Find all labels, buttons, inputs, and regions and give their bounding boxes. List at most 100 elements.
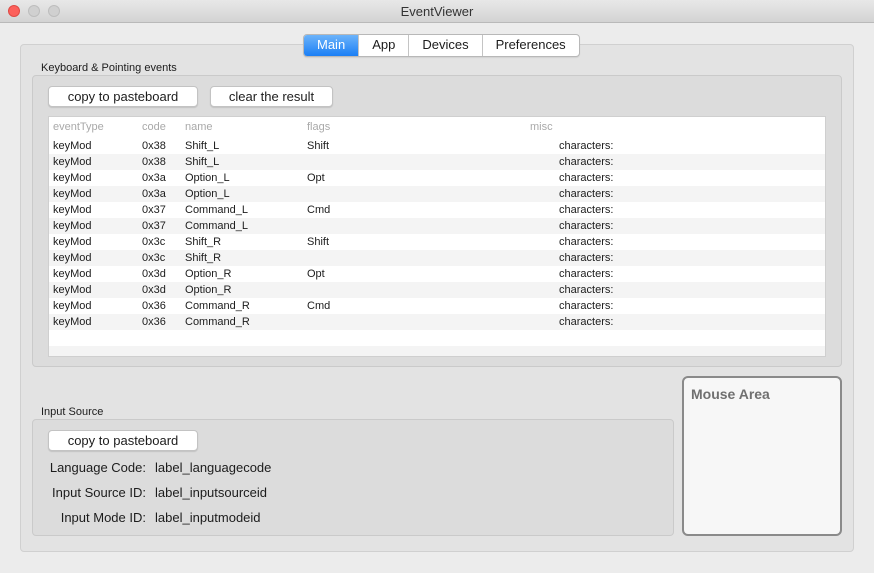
table-row[interactable]: keyMod 0x3a Option_L Opt characters:	[49, 170, 825, 186]
column-header-eventtype[interactable]: eventType	[53, 121, 104, 133]
cell-flags: Cmd	[307, 204, 331, 216]
cell-flags: Shift	[307, 236, 330, 248]
cell-code: 0x36	[142, 316, 166, 328]
cell-code: 0x3c	[142, 236, 166, 248]
cell-code: 0x3d	[142, 284, 166, 296]
cell-misc: characters:	[559, 188, 614, 200]
table-row[interactable]	[49, 346, 825, 356]
cell-name: Shift_R	[185, 236, 222, 248]
column-header-misc[interactable]: misc	[530, 121, 553, 133]
cell-misc: characters:	[559, 140, 614, 152]
table-row[interactable]: keyMod 0x37 Command_L characters:	[49, 218, 825, 234]
cell-code: 0x3d	[142, 268, 166, 280]
cell-name: Option_L	[185, 172, 230, 184]
cell-name: Option_R	[185, 268, 232, 280]
clear-result-button[interactable]: clear the result	[210, 86, 333, 107]
cell-eventtype: keyMod	[53, 156, 92, 168]
language-code-row: Language Code: label_languagecode	[0, 460, 674, 478]
cell-eventtype: keyMod	[53, 188, 92, 200]
cell-eventtype: keyMod	[53, 220, 92, 232]
column-header-code[interactable]: code	[142, 121, 166, 133]
input-mode-id-value: label_inputmodeid	[155, 510, 261, 525]
cell-eventtype: keyMod	[53, 284, 92, 296]
mouse-area[interactable]: Mouse Area	[682, 376, 842, 536]
input-source-id-label: Input Source ID:	[52, 485, 146, 500]
cell-code: 0x38	[142, 140, 166, 152]
language-code-label: Language Code:	[49, 460, 146, 475]
events-table[interactable]: eventType code name flags misc keyMod 0x3…	[48, 116, 826, 357]
table-row[interactable]: keyMod 0x3c Shift_R Shift characters:	[49, 234, 825, 250]
cell-misc: characters:	[559, 252, 614, 264]
table-row[interactable]: keyMod 0x38 Shift_L characters:	[49, 154, 825, 170]
cell-name: Command_R	[185, 316, 250, 328]
input-source-id-value: label_inputsourceid	[155, 485, 268, 500]
cell-code: 0x38	[142, 156, 166, 168]
window-title: EventViewer	[400, 4, 474, 19]
column-header-name[interactable]: name	[185, 121, 213, 133]
cell-flags: Opt	[307, 268, 325, 280]
cell-code: 0x3a	[142, 188, 166, 200]
cell-code: 0x36	[142, 300, 166, 312]
cell-misc: characters:	[559, 268, 614, 280]
cell-name: Shift_L	[185, 140, 220, 152]
cell-name: Command_L	[185, 220, 248, 232]
table-row[interactable]: keyMod 0x3a Option_L characters:	[49, 186, 825, 202]
table-row[interactable]	[49, 330, 825, 346]
table-row[interactable]: keyMod 0x36 Command_R Cmd characters:	[49, 298, 825, 314]
tab-app[interactable]: App	[358, 35, 408, 56]
cell-name: Shift_L	[185, 156, 220, 168]
cell-name: Shift_R	[185, 252, 222, 264]
cell-misc: characters:	[559, 284, 614, 296]
cell-misc: characters:	[559, 300, 614, 312]
tab-bar: Main App Devices Preferences	[303, 34, 580, 57]
cell-name: Command_R	[185, 300, 250, 312]
cell-eventtype: keyMod	[53, 300, 92, 312]
cell-code: 0x37	[142, 220, 166, 232]
cell-eventtype: keyMod	[53, 252, 92, 264]
tab-main[interactable]: Main	[304, 35, 359, 56]
tab-preferences[interactable]: Preferences	[481, 35, 579, 56]
cell-code: 0x3c	[142, 252, 166, 264]
keyboard-events-group-label: Keyboard & Pointing events	[41, 62, 177, 74]
cell-eventtype: keyMod	[53, 268, 92, 280]
cell-name: Command_L	[185, 204, 248, 216]
input-source-group-label: Input Source	[41, 406, 104, 418]
cell-misc: characters:	[559, 236, 614, 248]
cell-eventtype: keyMod	[53, 204, 92, 216]
events-table-header: eventType code name flags misc	[49, 117, 825, 139]
cell-name: Option_L	[185, 188, 230, 200]
cell-code: 0x3a	[142, 172, 166, 184]
title-bar: EventViewer	[0, 0, 874, 23]
table-row[interactable]: keyMod 0x3d Option_R characters:	[49, 282, 825, 298]
cell-eventtype: keyMod	[53, 172, 92, 184]
column-header-flags[interactable]: flags	[307, 121, 330, 133]
cell-misc: characters:	[559, 204, 614, 216]
cell-misc: characters:	[559, 316, 614, 328]
table-row[interactable]: keyMod 0x38 Shift_L Shift characters:	[49, 138, 825, 154]
table-row[interactable]: keyMod 0x3c Shift_R characters:	[49, 250, 825, 266]
tab-devices[interactable]: Devices	[408, 35, 481, 56]
cell-misc: characters:	[559, 220, 614, 232]
cell-misc: characters:	[559, 172, 614, 184]
table-row[interactable]: keyMod 0x37 Command_L Cmd characters:	[49, 202, 825, 218]
cell-name: Option_R	[185, 284, 232, 296]
cell-misc: characters:	[559, 156, 614, 168]
cell-flags: Opt	[307, 172, 325, 184]
table-row[interactable]: keyMod 0x3d Option_R Opt characters:	[49, 266, 825, 282]
cell-code: 0x37	[142, 204, 166, 216]
event-viewer-window: EventViewer Main App Devices Preferences…	[0, 0, 874, 573]
copy-events-button[interactable]: copy to pasteboard	[48, 86, 198, 107]
cell-flags: Shift	[307, 140, 330, 152]
cell-eventtype: keyMod	[53, 140, 92, 152]
cell-eventtype: keyMod	[53, 236, 92, 248]
copy-input-source-button[interactable]: copy to pasteboard	[48, 430, 198, 451]
cell-flags: Cmd	[307, 300, 331, 312]
input-mode-id-label: Input Mode ID:	[60, 510, 146, 525]
cell-eventtype: keyMod	[53, 316, 92, 328]
input-mode-id-row: Input Mode ID: label_inputmodeid	[0, 510, 674, 528]
language-code-value: label_languagecode	[155, 460, 272, 475]
events-table-body: keyMod 0x38 Shift_L Shift characters: keyMod 0…	[49, 138, 825, 356]
input-source-id-row: Input Source ID: label_inputsourceid	[0, 485, 674, 503]
mouse-area-label: Mouse Area	[691, 386, 770, 402]
table-row[interactable]: keyMod 0x36 Command_R characters:	[49, 314, 825, 330]
